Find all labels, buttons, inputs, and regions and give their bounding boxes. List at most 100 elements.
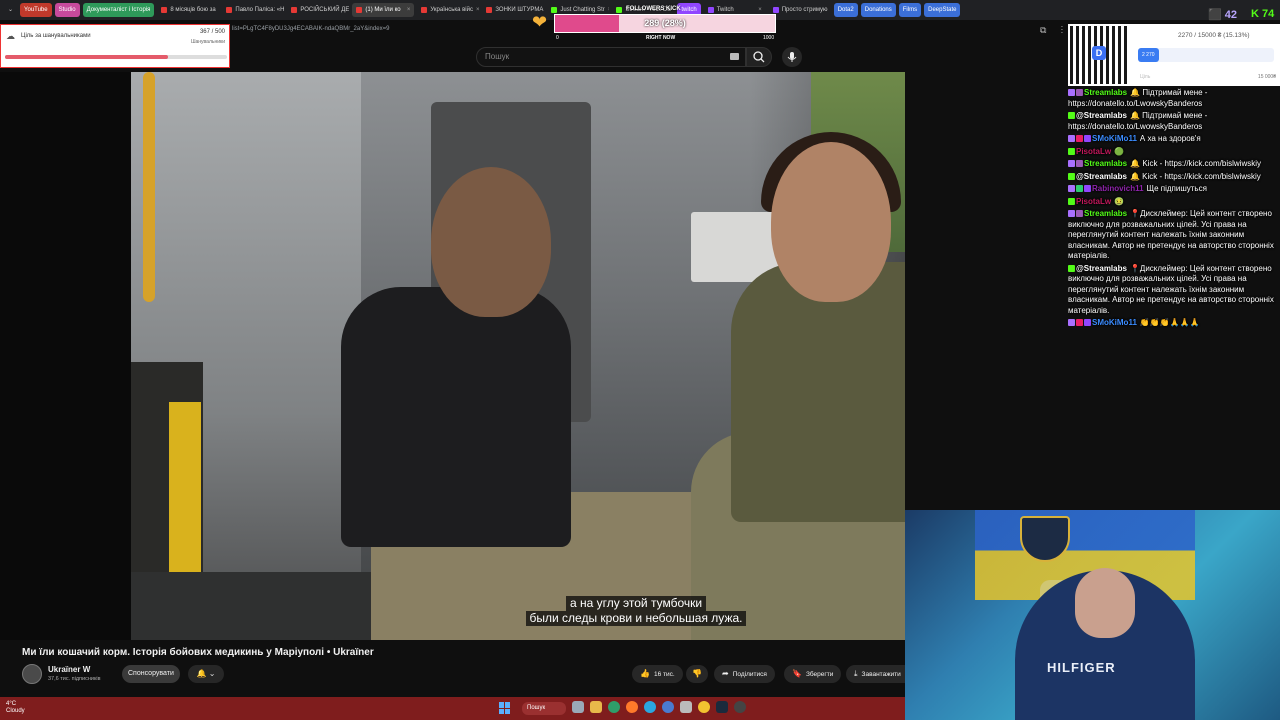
download-icon: ⤓ (854, 669, 858, 678)
goal-count: 367 / 500 (199, 29, 225, 35)
followers-value: 289 (28%) (644, 18, 686, 28)
search-placeholder: Пошук (485, 52, 510, 61)
goal-progress-fill (5, 55, 168, 59)
chat-username[interactable]: PisotaLw (1076, 147, 1111, 156)
followers-progress-bar: 289 (28%) (554, 14, 776, 33)
tab-favicon-icon (291, 7, 298, 13)
browser-tab[interactable]: Studio (54, 3, 80, 17)
chat-badge-icon (1068, 210, 1075, 217)
chat-username[interactable]: SMoKiMo11 (1092, 318, 1137, 327)
chat-badge-icon (1084, 135, 1091, 142)
chat-username[interactable]: PisotaLw (1076, 197, 1111, 206)
sponsor-button[interactable]: Спонсорувати (122, 665, 180, 683)
obs-icon[interactable] (734, 701, 746, 713)
chat-badges (1068, 172, 1076, 183)
stream-screen: ⌄ YouTube Studio Документаліст і Історія 8 м… (0, 0, 1280, 720)
browser-tab[interactable]: Dota2 (833, 3, 858, 17)
share-label: Поділитися (732, 671, 767, 678)
browser-tab[interactable]: (1) Ми їли ко × (352, 3, 415, 17)
followers-max: 1000 (763, 35, 775, 41)
chat-badge-icon (1068, 160, 1075, 167)
tab-search-icon[interactable]: ⌄ (4, 3, 17, 17)
subtitle-line-2: были следы крови и небольшая лужа. (525, 611, 747, 626)
channel-name[interactable]: Ukraїner W (48, 665, 90, 674)
donatello-logo-icon: D (1092, 46, 1106, 60)
tab-favicon-icon (421, 7, 428, 13)
chat-badges (1068, 88, 1084, 99)
chat-text: А ха на здоров'я (1139, 134, 1201, 143)
app-grid-icon[interactable] (680, 701, 692, 713)
browser-tab[interactable]: РОСІЙСЬКИЙ ДЕ× (287, 3, 349, 17)
weather-widget[interactable]: 4°C Cloudy (6, 701, 25, 715)
goal-subtitle: Шанувальники (190, 39, 225, 45)
thumbs-down-icon: 👎 (692, 669, 702, 678)
fans-goal-widget: ☁ Ціль за шанувальниками 367 / 500 Шанув… (0, 24, 230, 68)
tab-close-icon[interactable]: × (219, 3, 220, 17)
donation-progress-bar: 2 270 (1138, 48, 1274, 62)
dislike-button[interactable]: 👎 (686, 665, 708, 683)
chrome-icon[interactable] (698, 701, 710, 713)
webcam-feed: HILFIGER (905, 510, 1280, 720)
chat-badge-icon (1068, 135, 1075, 142)
file-explorer-icon[interactable] (590, 701, 602, 713)
chat-username[interactable]: @Streamlabs (1076, 111, 1127, 120)
chat-text: 🟢 (1114, 146, 1125, 156)
task-view-icon[interactable] (572, 701, 584, 713)
chat-username[interactable]: Streamlabs (1084, 159, 1127, 168)
tab-close-icon[interactable]: × (476, 3, 479, 17)
app-icon[interactable] (662, 701, 674, 713)
edge-icon[interactable] (608, 701, 620, 713)
browser-tab[interactable]: DeepState (924, 3, 961, 17)
keyboard-icon[interactable] (730, 53, 739, 60)
browser-tab[interactable]: Donations (860, 3, 896, 17)
browser-tab[interactable]: YouTube (20, 3, 52, 17)
tab-label: РОСІЙСЬКИЙ ДЕ (300, 7, 350, 13)
tab-label: Документаліст і Історія (86, 7, 151, 13)
tab-label: DeepState (928, 7, 957, 13)
channel-avatar[interactable] (22, 664, 42, 684)
chat-badge-icon (1068, 172, 1075, 180)
followers-label: FOLLOWERS KICK (626, 6, 681, 12)
url-text[interactable]: list=PLgTC4F8yDU3Jg4ECABAIK-ndaQBMr_2aY&… (232, 26, 389, 32)
search-button[interactable] (746, 47, 772, 67)
chat-message: SMoKiMo11 А ха на здоров'я (1068, 134, 1278, 145)
chat-username[interactable]: @Streamlabs (1076, 264, 1127, 273)
tab-close-icon[interactable]: × (407, 3, 411, 17)
browser-toolbar-icons[interactable]: ⧉ ⋮ (1040, 25, 1069, 36)
tab-label: YouTube (24, 7, 48, 13)
chat-username[interactable]: @Streamlabs (1076, 172, 1127, 181)
download-button[interactable]: ⤓ Завантажити (846, 665, 905, 683)
search-icon (753, 51, 765, 63)
save-button[interactable]: 🔖 Зберегти (784, 665, 842, 683)
chat-username[interactable]: Streamlabs (1084, 88, 1127, 97)
browser-tab[interactable]: Документаліст і Історія (82, 3, 155, 17)
notifications-bell-button[interactable]: 🔔 ⌄ (188, 665, 224, 683)
browser-tab[interactable]: 8 місяців бою за× (157, 3, 219, 17)
like-button[interactable]: 👍 16 тис. (632, 665, 683, 683)
voice-search-button[interactable] (782, 47, 802, 67)
video-player[interactable]: а на углу этой тумбочки были следы крови… (0, 72, 905, 640)
firefox-icon[interactable] (626, 701, 638, 713)
chat-badges (1068, 184, 1092, 195)
tab-label: (1) Ми їли ко (365, 7, 401, 13)
search-input[interactable]: Пошук (476, 47, 746, 67)
followers-goal-widget: ❤ 289 (28%) FOLLOWERS KICK 0 RIGHT NOW 1… (530, 4, 780, 42)
taskbar-search[interactable]: Пошук (522, 702, 566, 715)
share-button[interactable]: ➦ Поділитися (714, 665, 775, 683)
browser-tab[interactable]: Films (898, 3, 922, 17)
chat-username[interactable]: Rabinovich11 (1092, 184, 1144, 193)
browser-tab[interactable]: Українська війс × (417, 3, 479, 17)
chat-text: 👏👏👏🙏🙏🙏 (1139, 318, 1200, 327)
chat-badges (1068, 197, 1076, 208)
windows-start-icon[interactable] (499, 702, 511, 714)
viewer-counts: ⬛ 42 K 74 (1208, 8, 1274, 21)
chat-username[interactable]: Streamlabs (1084, 209, 1127, 218)
chat-message: Streamlabs 🔔 Підтримай мене - https://don… (1068, 88, 1278, 109)
telegram-icon[interactable] (644, 701, 656, 713)
microphone-icon (787, 52, 797, 62)
donation-progress-fill: 2 270 (1138, 48, 1159, 62)
chat-badges (1068, 209, 1084, 220)
browser-tab[interactable]: Павло Паліса: «Н × (222, 3, 284, 17)
steam-icon[interactable] (716, 701, 728, 713)
chat-username[interactable]: SMoKiMo11 (1092, 134, 1137, 143)
